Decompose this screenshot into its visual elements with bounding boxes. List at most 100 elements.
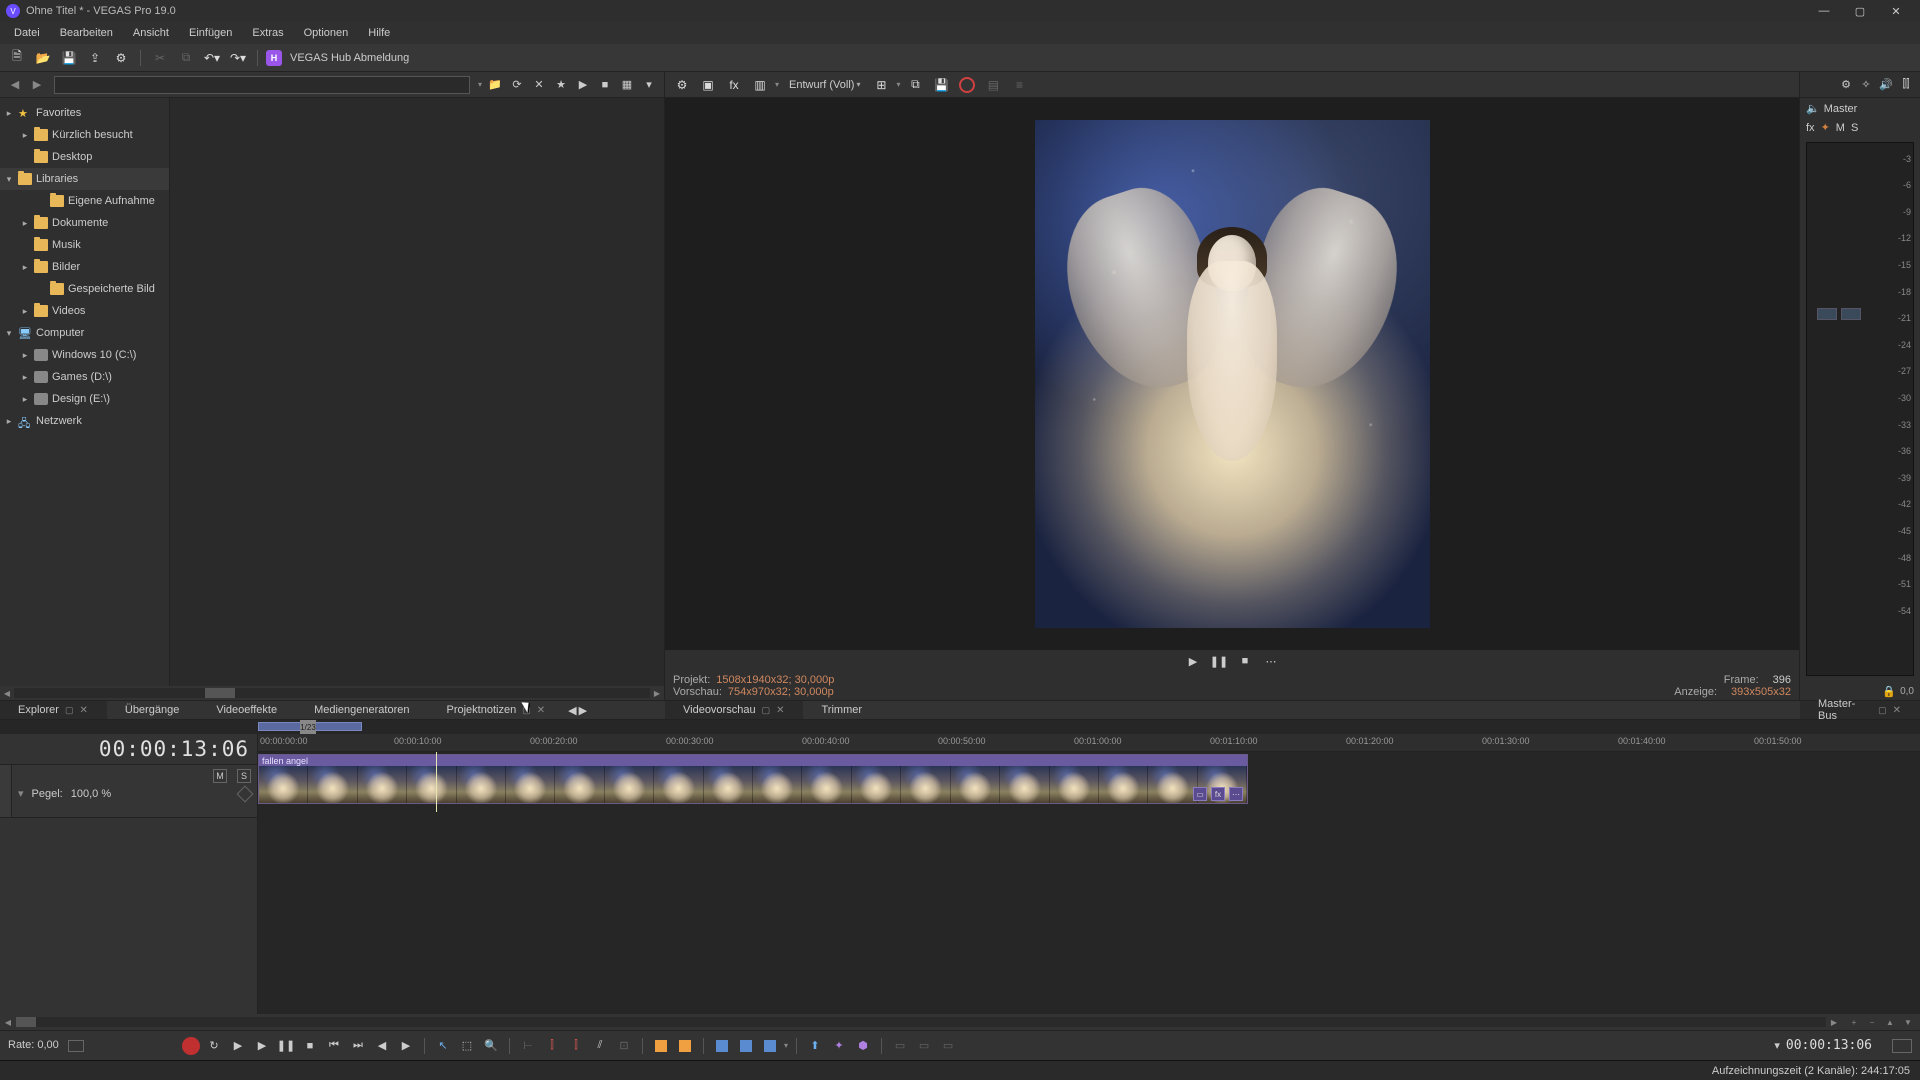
tree-videos[interactable]: ▸Videos [0,300,169,322]
tree-desktop[interactable]: Desktop [0,146,169,168]
quantize-button[interactable]: ⊡ [614,1036,634,1056]
preview-quality-dropdown[interactable]: Entwurf (Voll)▾ [783,77,866,93]
auto-crossfade-button[interactable]: ⫽ [590,1036,610,1056]
close-tab-icon[interactable]: ✕ [537,705,545,716]
tab-video-fx[interactable]: Videoeffekte [198,701,296,719]
tab-trimmer[interactable]: Trimmer [803,701,881,719]
stop-button[interactable]: ■ [300,1036,320,1056]
lock-icon[interactable]: 🔒 [1882,685,1896,698]
tree-drive-e[interactable]: ▸Design (E:\) [0,388,169,410]
expand-icon[interactable]: ▢ [762,705,771,716]
marker-button-1[interactable] [651,1036,671,1056]
path-dropdown-icon[interactable]: ▾ [478,80,482,89]
scroll-left-button[interactable]: ◀ [0,1014,16,1030]
expander-icon[interactable]: ▸ [20,130,30,141]
pause-button[interactable]: ❚❚ [276,1036,296,1056]
menu-options[interactable]: Optionen [294,24,359,42]
menu-edit[interactable]: Bearbeiten [50,24,123,42]
master-dim-button[interactable]: ✧ [1858,77,1874,93]
tree-saved-images[interactable]: Gespeicherte Bild [0,278,169,300]
master-downmix-button[interactable]: 🔊 [1878,77,1894,93]
snap-button[interactable]: ⊢ [518,1036,538,1056]
nav-forward-button[interactable]: ▶ [28,76,46,94]
dropdown-icon[interactable]: ▾ [775,80,779,89]
tree-drive-d[interactable]: ▸Games (D:\) [0,366,169,388]
tab-transitions[interactable]: Übergänge [107,701,198,719]
expand-icon[interactable]: ▢ [522,705,531,716]
open-button[interactable]: 📂 [32,47,54,69]
preview-settings-button[interactable]: ▤ [982,74,1004,96]
close-tab-icon[interactable]: ✕ [79,705,87,716]
play-from-start-button[interactable]: ▶ [228,1036,248,1056]
minimize-track-icon[interactable]: ▾ [18,787,24,800]
tree-recordings[interactable]: Eigene Aufnahme [0,190,169,212]
preview-list-button[interactable]: ≡ [1008,74,1030,96]
expander-icon[interactable]: ▸ [20,394,30,405]
track-number-strip[interactable] [0,765,12,817]
dropdown-icon[interactable]: ▾ [896,80,900,89]
preview-stop-button[interactable]: ■ [1236,652,1254,670]
scroll-track[interactable] [16,1017,1826,1027]
video-clip[interactable]: fallen angel ▭ fx ⋯ [258,754,1248,804]
overlays-button[interactable]: ⊞ [870,74,892,96]
cut-button[interactable]: ✂ [149,47,171,69]
zoom-out-button[interactable]: − [1864,1014,1880,1030]
clip-fx-button[interactable]: fx [1211,787,1225,801]
scroll-right-button[interactable]: ▶ [1826,1014,1842,1030]
master-automation-button[interactable]: ✦ [1821,121,1830,134]
close-tab-icon[interactable]: ✕ [776,705,784,716]
auto-preview-button[interactable]: ▦ [618,76,636,94]
split-screen-button[interactable]: ▥ [749,74,771,96]
expander-icon[interactable]: ▾ [4,174,14,185]
zoom-v-in-button[interactable]: ▲ [1882,1014,1898,1030]
preview-pause-button[interactable]: ❚❚ [1210,652,1228,670]
hub-signout-link[interactable]: VEGAS Hub Abmeldung [290,52,409,64]
loop-region-display[interactable] [1892,1039,1912,1053]
close-tab-icon[interactable]: ✕ [1893,705,1901,716]
playhead-line[interactable] [436,752,437,812]
prev-frame-button[interactable]: ◀ [372,1036,392,1056]
overview-marker[interactable]: 1/23 [300,720,316,734]
expander-icon[interactable]: ▸ [20,350,30,361]
preview-output-fx-button[interactable]: ▣ [697,74,719,96]
region-button-3[interactable] [760,1036,780,1056]
tree-pictures[interactable]: ▸Bilder [0,256,169,278]
rate-slider[interactable] [68,1040,84,1052]
menu-insert[interactable]: Einfügen [179,24,242,42]
preview-viewport[interactable] [665,98,1799,650]
keyframe-icon[interactable] [237,785,254,802]
new-project-button[interactable]: 🗎 [6,47,28,69]
tree-drive-c[interactable]: ▸Windows 10 (C:\) [0,344,169,366]
save-snapshot-button[interactable]: 💾 [930,74,952,96]
extra-button-3[interactable]: ▭ [938,1036,958,1056]
render-button[interactable]: ⇪ [84,47,106,69]
track-header[interactable]: M S ▾ Pegel: 100,0 % [0,764,257,818]
expander-icon[interactable]: ▸ [20,218,30,229]
time-ruler[interactable]: 00:00:00:00 00:00:10:00 00:00:20:00 00:0… [258,734,1920,752]
explorer-h-scrollbar[interactable]: ◀ ▶ [0,686,664,700]
master-mixer-button[interactable]: ⫿⫿ [1898,77,1914,93]
expander-icon[interactable]: ▸ [4,108,14,119]
ai-button[interactable]: ✦ [829,1036,849,1056]
zoom-v-out-button[interactable]: ▼ [1900,1014,1916,1030]
path-input[interactable] [54,76,470,94]
tracks-area[interactable]: fallen angel ▭ fx ⋯ [258,752,1920,812]
upload-button[interactable]: ⬆ [805,1036,825,1056]
master-fx-button[interactable]: fx [1806,122,1815,134]
tab-media-generators[interactable]: Mediengeneratoren [296,701,428,719]
preview-fx-button[interactable]: fx [723,74,745,96]
stop-media-button[interactable]: ■ [596,76,614,94]
tree-music[interactable]: Musik [0,234,169,256]
tab-scroll-left[interactable]: ◀ [568,704,576,717]
master-solo-button[interactable]: S [1851,122,1858,134]
master-mute-button[interactable]: M [1836,122,1845,134]
auto-ripple-button[interactable]: ⫿ [542,1036,562,1056]
playback-rate[interactable]: Rate: 0,00 [8,1039,178,1051]
favorite-button[interactable]: ★ [552,76,570,94]
minimize-button[interactable]: — [1806,0,1842,22]
track-mute-button[interactable]: M [213,769,227,783]
tab-project-notes[interactable]: Projektnotizen ▢ ✕ [428,701,564,719]
scroll-track[interactable] [14,688,650,698]
dropdown-icon[interactable]: ▾ [784,1041,788,1050]
tree-computer[interactable]: ▾🖥Computer [0,322,169,344]
